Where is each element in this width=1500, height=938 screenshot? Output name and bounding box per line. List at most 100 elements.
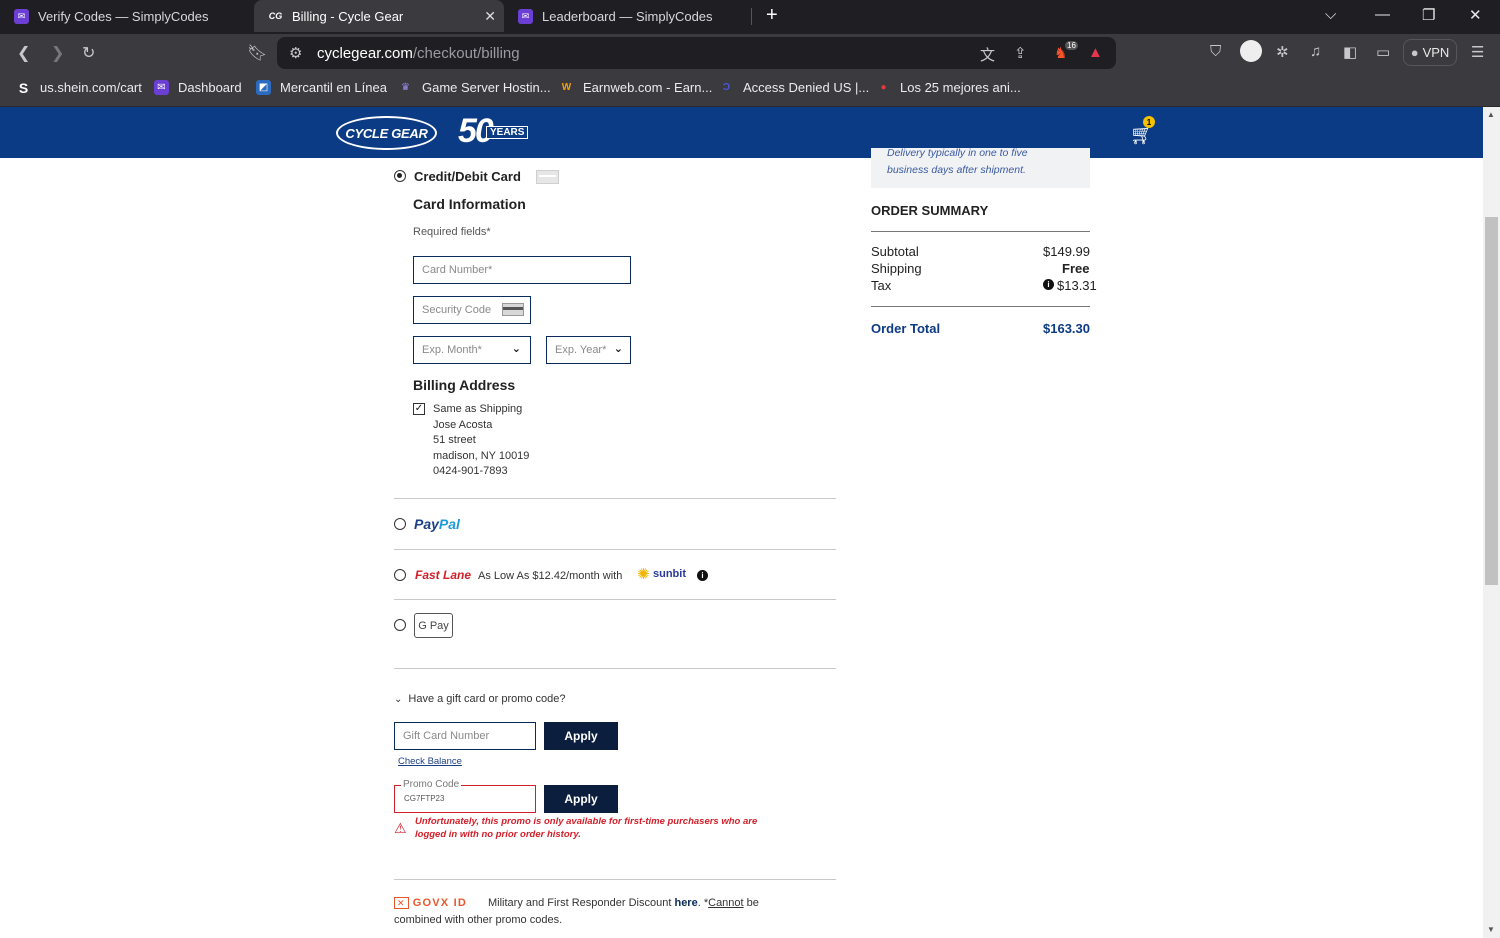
delivery-note: business days after shipment. [887,164,1026,176]
tax-info-icon[interactable]: i [1043,279,1054,290]
tab-title: Leaderboard — SimplyCodes [542,8,713,24]
divider [394,599,836,600]
site-header: CYCLE GEAR 50 YEARS 🛒︎ [0,107,1483,158]
same-as-shipping-label: Same as Shipping [433,403,523,415]
media-icon[interactable]: ♫ [1310,43,1321,60]
same-as-shipping-checkbox[interactable]: ✓ [413,403,425,415]
share-icon[interactable]: ⇪ [1014,44,1027,62]
security-code-field[interactable]: Security Code [413,296,531,324]
info-icon[interactable]: i [697,570,708,581]
access-denied-icon: Ɔ [722,82,731,93]
menu-icon[interactable]: ☰ [1471,43,1484,61]
paypal-logo[interactable]: PayPal [414,516,460,532]
extensions-icon[interactable]: ✲ [1276,43,1289,61]
order-total-label: Order Total [871,321,941,336]
bookmark-los-25[interactable]: ● Los 25 mejores ani... [876,80,1020,95]
gift-card-input[interactable]: Gift Card Number [394,722,536,750]
divider [394,879,836,880]
bookmark-earnweb[interactable]: W Earnweb.com - Earn... [559,80,713,95]
tax-label: Tax [871,278,892,293]
exp-year-select[interactable]: Exp. Year* ⌄ [546,336,631,364]
exp-month-select[interactable]: Exp. Month* ⌄ [413,336,531,364]
restore-button[interactable]: ❐ [1422,6,1435,24]
fastlane-description: As Low As $12.42/month with [478,570,623,582]
credit-card-label[interactable]: Credit/Debit Card [414,169,521,184]
subtotal-value: $149.99 [1043,244,1090,259]
wallet-icon[interactable]: ▭ [1376,43,1390,61]
tab-billing[interactable]: CG Billing - Cycle Gear ✕ [254,0,504,32]
tab-title: Billing - Cycle Gear [292,8,404,24]
url-text: cyclegear.com/checkout/billing [317,45,520,62]
shields-count-badge: 16 [1065,41,1078,50]
vpn-button[interactable]: ● VPN [1403,39,1457,66]
divider [394,668,836,669]
cyclegear-favicon-icon: CG [268,11,283,21]
card-number-field[interactable]: Card Number* [413,256,631,284]
vpn-icon: ● [1410,45,1419,60]
site-info-icon[interactable]: ⚙ [289,44,302,62]
divider [394,498,836,499]
promo-code-value: CG7FTP23 [404,794,445,803]
reload-icon[interactable]: ↻ [82,43,95,63]
fastlane-radio[interactable] [394,569,406,581]
close-window-button[interactable]: ✕ [1469,6,1482,24]
govx-here-link[interactable]: here [674,897,697,909]
tab-search-icon[interactable]: ⌵ [1325,6,1336,23]
browser-toolbar: ❮ ❯ ↻ 🔖︎ ⚙ cyclegear.com/checkout/billin… [0,34,1500,72]
sidebar-icon[interactable]: ◧ [1343,43,1357,61]
chevron-down-icon: ⌄ [511,343,521,355]
shield-extension-icon[interactable]: ⛉ [1210,43,1221,60]
bookmark-game-server[interactable]: ♛ Game Server Hostin... [398,80,551,95]
close-tab-icon[interactable]: ✕ [484,8,496,25]
credit-card-icon [536,170,559,184]
govx-logo: ✕ GOVX ID [394,897,467,909]
game-server-icon: ♛ [401,82,410,93]
promo-error-message: Unfortunately, this promo is only availa… [415,816,758,840]
bookmark-icon[interactable]: 🔖︎ [247,43,267,63]
credit-card-radio[interactable] [394,170,406,182]
brave-rewards-icon[interactable]: ▲ [1088,44,1103,61]
anniversary-word: YEARS [486,126,529,139]
scrollbar-thumb[interactable] [1485,217,1498,585]
cyclegear-logo[interactable]: CYCLE GEAR [336,116,437,150]
bookmark-dashboard[interactable]: ✉ Dashboard [154,80,242,95]
check-balance-link[interactable]: Check Balance [398,756,462,767]
gpay-radio[interactable] [394,619,406,631]
promo-toggle[interactable]: ⌄ Have a gift card or promo code? [394,693,566,705]
govx-text: Military and First Responder Discount he… [488,897,759,909]
paypal-radio[interactable] [394,518,406,530]
translate-icon[interactable]: 文 [980,44,995,65]
promo-code-input[interactable]: Promo Code CG7FTP23 [394,779,536,813]
card-info-heading: Card Information [413,196,526,212]
new-tab-button[interactable]: + [766,4,778,27]
divider [871,306,1090,307]
simplycodes-icon: ✉ [154,80,169,95]
scroll-up-icon[interactable]: ▲ [1487,110,1495,119]
sunbit-icon: ✺ [637,566,650,583]
tab-leaderboard[interactable]: ✉ Leaderboard — SimplyCodes [504,0,754,32]
profile-avatar[interactable] [1240,40,1262,62]
back-icon[interactable]: ❮ [17,43,30,63]
address-bar[interactable]: ⚙ cyclegear.com/checkout/billing 文 ⇪ ♞ 1… [277,37,1116,69]
minimize-button[interactable]: — [1375,6,1390,23]
forward-icon[interactable]: ❯ [51,43,64,63]
promo-apply-button[interactable]: Apply [544,785,618,813]
bookmark-shein[interactable]: S us.shein.com/cart [16,79,142,96]
scroll-down-icon[interactable]: ▼ [1487,925,1495,934]
promo-code-label: Promo Code [401,779,462,790]
govx-cannot: Cannot [708,897,744,909]
order-total-value: $163.30 [1043,321,1090,336]
tax-value: $13.31 [1057,278,1097,293]
shein-icon: S [18,79,29,96]
bookmark-access-denied[interactable]: Ɔ Access Denied US |... [719,80,869,95]
divider [871,231,1090,232]
address-phone: 0424-901-7893 [433,465,508,477]
address-street: 51 street [433,434,476,446]
earnweb-icon: W [561,82,572,93]
gpay-button[interactable]: G Pay [414,613,453,638]
tab-verify-codes[interactable]: ✉ Verify Codes — SimplyCodes [0,0,253,32]
fastlane-label[interactable]: Fast Lane [415,568,471,582]
gift-apply-button[interactable]: Apply [544,722,618,750]
bookmark-mercantil[interactable]: ◩ Mercantil en Línea [256,80,387,95]
billing-address-heading: Billing Address [413,377,516,393]
